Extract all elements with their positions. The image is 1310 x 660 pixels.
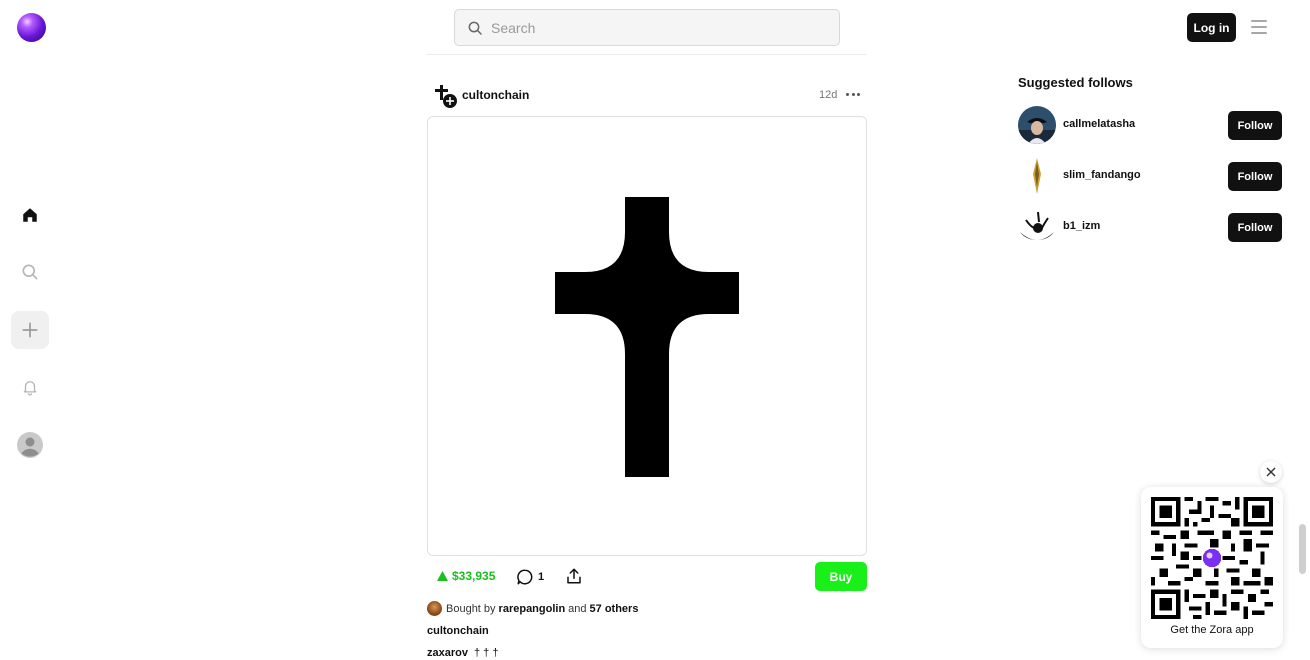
profile-icon xyxy=(17,432,43,458)
bought-and: and xyxy=(568,602,587,615)
comment-username[interactable]: zaxarov xyxy=(427,647,468,659)
buy-button[interactable]: Buy xyxy=(815,562,867,591)
user-name[interactable]: b1_izm xyxy=(1063,220,1100,232)
user-name[interactable]: slim_fandango xyxy=(1063,169,1141,181)
buyer-avatar[interactable] xyxy=(427,601,442,616)
suggested-user-row: b1_izm Follow xyxy=(1018,208,1282,246)
suggested-user-row: slim_fandango Follow xyxy=(1018,157,1282,195)
more-options-icon[interactable] xyxy=(846,93,860,97)
price-indicator[interactable]: $33,935 xyxy=(437,569,495,583)
comment-preview: zaxarov † † † xyxy=(427,647,498,659)
qr-code[interactable] xyxy=(1151,497,1273,619)
scrollbar-thumb[interactable] xyxy=(1299,524,1306,574)
share-button[interactable] xyxy=(565,567,583,590)
comments-button[interactable]: 1 xyxy=(516,568,544,586)
user-avatar[interactable] xyxy=(1018,106,1056,144)
share-icon xyxy=(567,568,581,584)
user-avatar[interactable] xyxy=(1018,208,1056,246)
home-icon xyxy=(23,208,37,222)
caption-username[interactable]: cultonchain xyxy=(427,625,489,637)
nav-create[interactable] xyxy=(11,311,49,349)
search-bar[interactable] xyxy=(454,9,840,46)
hamburger-menu-icon[interactable] xyxy=(1251,20,1267,34)
follow-button[interactable]: Follow xyxy=(1228,213,1282,242)
buyer-name[interactable]: rarepangolin xyxy=(499,603,566,615)
close-promo-button[interactable] xyxy=(1260,461,1282,483)
post-media[interactable] xyxy=(427,116,867,556)
login-button[interactable]: Log in xyxy=(1187,13,1236,42)
comment-count: 1 xyxy=(538,571,545,583)
buyer-others[interactable]: 57 others xyxy=(590,603,639,615)
avatar-image xyxy=(1018,106,1056,144)
search-icon xyxy=(22,264,38,280)
post-author-avatar[interactable] xyxy=(433,84,459,110)
bell-icon xyxy=(23,381,37,396)
avatar-image xyxy=(1018,157,1056,195)
nav-search[interactable] xyxy=(11,253,49,291)
nav-profile[interactable] xyxy=(11,426,49,464)
cross-avatar-icon xyxy=(435,85,457,108)
search-icon xyxy=(468,21,482,35)
user-avatar[interactable] xyxy=(1018,157,1056,195)
follow-button[interactable]: Follow xyxy=(1228,162,1282,191)
comment-text: † † † xyxy=(473,647,499,659)
app-promo-label: Get the Zora app xyxy=(1170,624,1254,636)
follow-button[interactable]: Follow xyxy=(1228,111,1282,140)
cross-artwork xyxy=(555,197,739,477)
suggested-user-row: callmelatasha Follow xyxy=(1018,106,1282,144)
app-promo-card: Get the Zora app xyxy=(1141,487,1283,648)
post-timestamp: 12d xyxy=(819,89,838,101)
nav-home[interactable] xyxy=(11,196,49,234)
triangle-up-icon xyxy=(437,571,448,581)
price-value: $33,935 xyxy=(452,569,496,583)
zora-logo[interactable] xyxy=(17,13,46,42)
nav-notifications[interactable] xyxy=(11,368,49,406)
bought-prefix: Bought by xyxy=(446,602,496,615)
feed-divider xyxy=(427,54,867,55)
bought-by-line: Bought by rarepangolin and 57 others xyxy=(427,601,641,616)
post-author-name[interactable]: cultonchain xyxy=(462,88,529,102)
plus-icon xyxy=(22,322,38,338)
suggested-follows-title: Suggested follows xyxy=(1018,75,1133,90)
user-name[interactable]: callmelatasha xyxy=(1063,118,1135,130)
comment-icon xyxy=(517,569,533,585)
avatar-image xyxy=(1018,208,1056,246)
search-input[interactable] xyxy=(491,19,811,36)
close-icon xyxy=(1266,467,1276,477)
